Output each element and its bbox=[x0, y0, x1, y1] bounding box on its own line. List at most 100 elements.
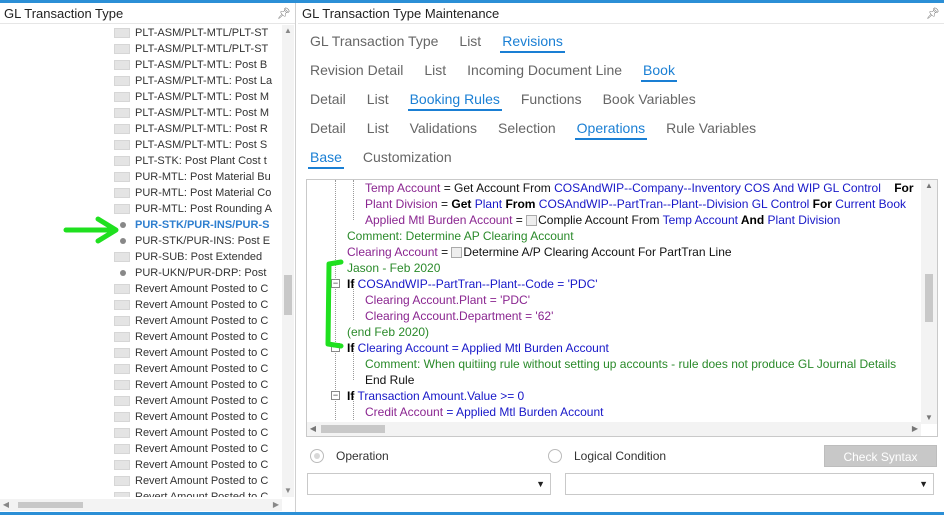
tab-list[interactable]: List bbox=[365, 91, 391, 111]
tree-item[interactable]: PLT-ASM/PLT-MTL: Post B bbox=[0, 57, 280, 73]
tab-gl-transaction-type[interactable]: GL Transaction Type bbox=[308, 33, 440, 53]
tree-item[interactable]: PUR-MTL: Post Rounding A bbox=[0, 201, 280, 217]
operation-dropdown[interactable]: ▼ bbox=[307, 473, 551, 495]
pin-icon[interactable]: 📌︎ bbox=[277, 7, 291, 20]
rules-vertical-scrollbar[interactable]: ▲ ▼ bbox=[921, 180, 937, 424]
tree-item[interactable]: PLT-ASM/PLT-MTL: Post M bbox=[0, 89, 280, 105]
tab-revision-detail[interactable]: Revision Detail bbox=[308, 62, 405, 82]
rule-comment-end-feb[interactable]: (end Feb 2020) bbox=[347, 324, 429, 340]
chevron-down-icon[interactable]: ▼ bbox=[536, 479, 545, 489]
left-vertical-scrollbar[interactable]: ▲ ▼ bbox=[282, 25, 294, 497]
tab-booking-rules[interactable]: Booking Rules bbox=[407, 91, 502, 111]
rule-comment-ap[interactable]: Comment: Determine AP Clearing Account bbox=[347, 228, 574, 244]
tab-validations[interactable]: Validations bbox=[408, 120, 479, 140]
rules-hscroll-thumb[interactable] bbox=[321, 425, 385, 433]
logical-condition-radio-row[interactable]: Logical Condition bbox=[548, 446, 666, 466]
tab-list[interactable]: List bbox=[365, 120, 391, 140]
tree-item[interactable]: PUR-MTL: Post Material Bu bbox=[0, 169, 280, 185]
rule-line-clearing-department[interactable]: Clearing Account.Department = '62' bbox=[365, 308, 553, 324]
chevron-down-icon[interactable]: ▼ bbox=[919, 479, 928, 489]
left-scroll-thumb[interactable] bbox=[284, 275, 292, 315]
tab-base[interactable]: Base bbox=[308, 149, 344, 169]
tab-book[interactable]: Book bbox=[641, 62, 677, 82]
tree-item[interactable]: PLT-STK: Post Plant Cost t bbox=[0, 153, 280, 169]
tab-book-variables[interactable]: Book Variables bbox=[601, 91, 698, 111]
tree-item[interactable]: Revert Amount Posted to C bbox=[0, 329, 280, 345]
pin-icon[interactable]: 📌︎ bbox=[926, 7, 940, 20]
tree-item[interactable]: Revert Amount Posted to C bbox=[0, 281, 280, 297]
tree-item[interactable]: Revert Amount Posted to C bbox=[0, 345, 280, 361]
tree-item[interactable]: Revert Amount Posted to C bbox=[0, 473, 280, 489]
tree-item[interactable]: Revert Amount Posted to C bbox=[0, 361, 280, 377]
tree-item-label: PUR-STK/PUR-INS: Post E bbox=[135, 235, 271, 247]
tree-item[interactable]: Revert Amount Posted to C bbox=[0, 425, 280, 441]
tab-customization[interactable]: Customization bbox=[361, 149, 454, 169]
rules-horizontal-scrollbar[interactable]: ◀ ▶ bbox=[307, 422, 921, 436]
tree-item[interactable]: Revert Amount Posted to C bbox=[0, 409, 280, 425]
rule-line-credit-account[interactable]: Credit Account = Applied Mtl Burden Acco… bbox=[365, 404, 603, 420]
operation-radio-row[interactable]: Operation bbox=[310, 446, 389, 466]
tree-item[interactable]: PLT-ASM/PLT-MTL: Post S bbox=[0, 137, 280, 153]
scroll-up-icon[interactable]: ▲ bbox=[282, 25, 294, 37]
condition-dropdown[interactable]: ▼ bbox=[565, 473, 934, 495]
rule-line-applied-burden[interactable]: Applied Mtl Burden Account = Complie Acc… bbox=[365, 212, 840, 228]
tab-list[interactable]: List bbox=[422, 62, 448, 82]
tab-incoming-document-line[interactable]: Incoming Document Line bbox=[465, 62, 624, 82]
tab-selection[interactable]: Selection bbox=[496, 120, 558, 140]
rule-comment-jason[interactable]: Jason - Feb 2020 bbox=[347, 260, 440, 276]
rule-if-clearing-equals[interactable]: If Clearing Account = Applied Mtl Burden… bbox=[347, 340, 609, 356]
left-hscroll-thumb[interactable] bbox=[18, 502, 83, 508]
tree-item[interactable]: Revert Amount Posted to C bbox=[0, 297, 280, 313]
tree-item[interactable]: PUR-MTL: Post Material Co bbox=[0, 185, 280, 201]
left-horizontal-scrollbar[interactable]: ◀ ▶ bbox=[0, 499, 282, 511]
tree-item[interactable]: PLT-ASM/PLT-MTL: Post R bbox=[0, 121, 280, 137]
folder-icon bbox=[114, 412, 130, 422]
rule-line-temp-account[interactable]: Temp Account = Get Account From COSAndWI… bbox=[365, 180, 914, 196]
rule-if-amount[interactable]: If Transaction Amount.Value >= 0 bbox=[347, 388, 524, 404]
tab-revisions[interactable]: Revisions bbox=[500, 33, 565, 53]
tree-item[interactable]: PUR-STK/PUR-INS/PUR-S bbox=[0, 217, 280, 233]
tree-item[interactable]: PLT-ASM/PLT-MTL: Post La bbox=[0, 73, 280, 89]
tree-item[interactable]: Revert Amount Posted to C bbox=[0, 457, 280, 473]
rule-if-plant-code[interactable]: If COSAndWIP--PartTran--Plant--Code = 'P… bbox=[347, 276, 598, 292]
scroll-down-icon[interactable]: ▼ bbox=[282, 485, 294, 497]
scroll-right-icon[interactable]: ▶ bbox=[270, 499, 282, 511]
tab-detail[interactable]: Detail bbox=[308, 120, 348, 140]
tree-item[interactable]: PLT-ASM/PLT-MTL/PLT-ST bbox=[0, 41, 280, 57]
rule-comment-quit[interactable]: Comment: When quitiing rule without sett… bbox=[365, 356, 896, 372]
check-syntax-button[interactable]: Check Syntax bbox=[824, 445, 937, 467]
rule-end-rule[interactable]: End Rule bbox=[365, 372, 414, 388]
logical-condition-radio[interactable] bbox=[548, 449, 562, 463]
tab-row-2: Revision Detail List Incoming Document L… bbox=[308, 60, 694, 82]
tree-item[interactable]: Revert Amount Posted to C bbox=[0, 313, 280, 329]
scroll-left-icon[interactable]: ◀ bbox=[0, 499, 12, 511]
rule-line-plant-division[interactable]: Plant Division = Get Plant From COSAndWI… bbox=[365, 196, 906, 212]
scroll-up-icon[interactable]: ▲ bbox=[921, 180, 937, 192]
scroll-down-icon[interactable]: ▼ bbox=[921, 412, 937, 424]
tab-rule-variables[interactable]: Rule Variables bbox=[664, 120, 758, 140]
tree-item[interactable]: PLT-ASM/PLT-MTL: Post M bbox=[0, 105, 280, 121]
app-window: GL Transaction Type 📌︎ PLT-ASM/PLT-MTL/P… bbox=[0, 0, 944, 515]
tab-operations[interactable]: Operations bbox=[574, 120, 648, 140]
rule-line-clearing-plant[interactable]: Clearing Account.Plant = 'PDC' bbox=[365, 292, 530, 308]
tree-item-label: PLT-ASM/PLT-MTL: Post La bbox=[135, 75, 273, 87]
rules-scroll-thumb[interactable] bbox=[925, 274, 933, 322]
tab-detail[interactable]: Detail bbox=[308, 91, 348, 111]
tree-item-label: PLT-ASM/PLT-MTL: Post R bbox=[135, 123, 268, 135]
scroll-left-icon[interactable]: ◀ bbox=[307, 422, 319, 436]
operation-radio[interactable] bbox=[310, 449, 324, 463]
tree-item[interactable]: Revert Amount Posted to C bbox=[0, 489, 280, 497]
tree-item[interactable]: PLT-ASM/PLT-MTL/PLT-ST bbox=[0, 25, 280, 41]
collapse-icon[interactable]: − bbox=[331, 391, 340, 400]
tab-functions[interactable]: Functions bbox=[519, 91, 584, 111]
scroll-right-icon[interactable]: ▶ bbox=[909, 422, 921, 436]
tree-item[interactable]: Revert Amount Posted to C bbox=[0, 441, 280, 457]
tree-item[interactable]: PUR-STK/PUR-INS: Post E bbox=[0, 233, 280, 249]
tree-item[interactable]: PUR-UKN/PUR-DRP: Post bbox=[0, 265, 280, 281]
tab-list[interactable]: List bbox=[457, 33, 483, 53]
tree-item-label: PLT-ASM/PLT-MTL: Post M bbox=[135, 107, 270, 119]
tree-item[interactable]: PUR-SUB: Post Extended bbox=[0, 249, 280, 265]
tree-item[interactable]: Revert Amount Posted to C bbox=[0, 393, 280, 409]
tree-item[interactable]: Revert Amount Posted to C bbox=[0, 377, 280, 393]
rule-line-clearing-account[interactable]: Clearing Account = Determine A/P Clearin… bbox=[347, 244, 732, 260]
